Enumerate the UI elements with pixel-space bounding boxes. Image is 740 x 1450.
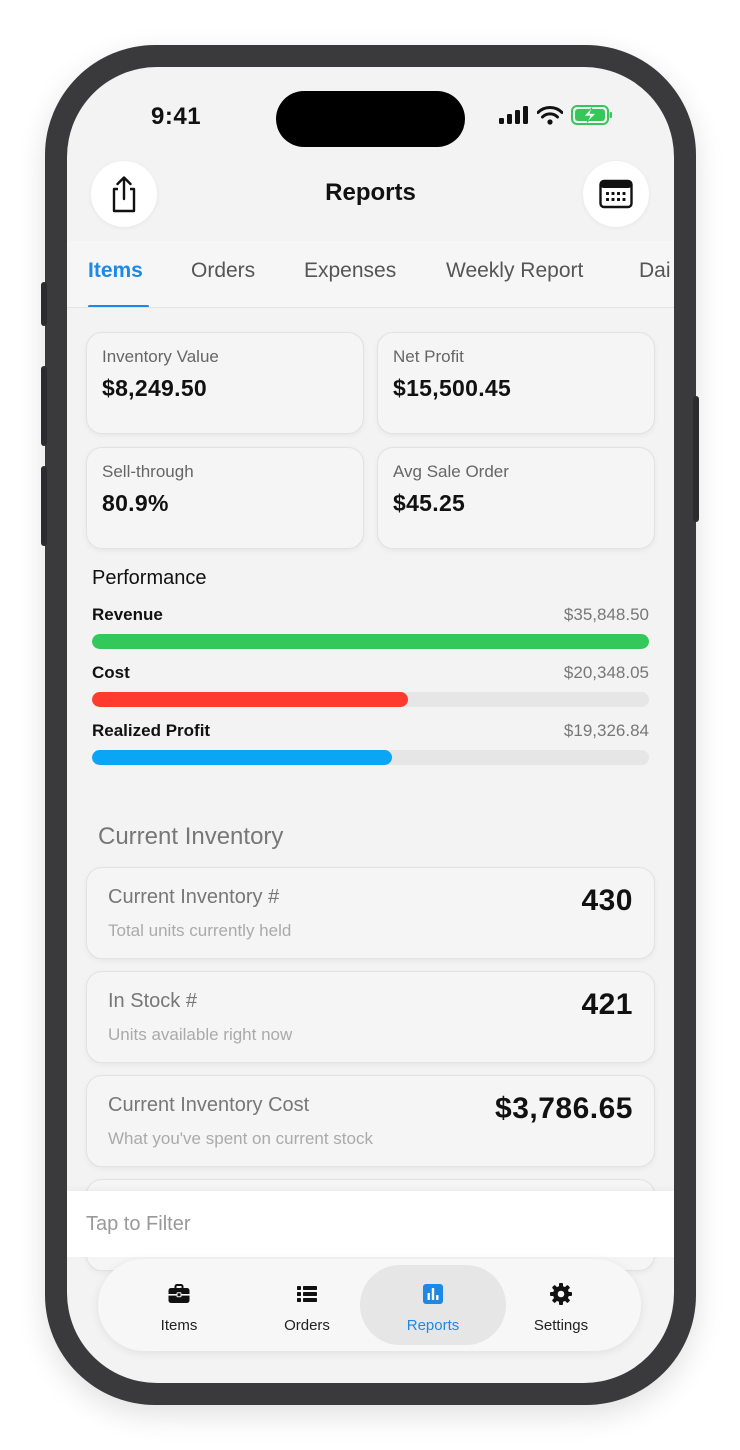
report-tabs: Items Orders Expenses Weekly Report Dai — [67, 241, 674, 308]
perf-label: Realized Profit — [92, 721, 211, 740]
volume-up-button — [41, 366, 47, 446]
progress-fill — [92, 750, 393, 765]
action-button — [41, 282, 47, 326]
stat-value: 80.9% — [102, 490, 169, 516]
gear-icon — [550, 1283, 572, 1305]
perf-label: Revenue — [92, 605, 163, 624]
progress-fill — [92, 692, 408, 707]
tabbar-settings[interactable]: Settings — [488, 1265, 634, 1345]
progress-track — [92, 634, 649, 649]
inv-value: 430 — [581, 884, 633, 917]
perf-amount: $19,326.84 — [563, 721, 649, 740]
stat-value: $15,500.45 — [393, 375, 512, 401]
inv-title: Current Inventory # — [108, 886, 280, 908]
battery-charging-icon — [571, 105, 612, 125]
inventory-card-count[interactable]: Current Inventory # Total units currentl… — [86, 867, 655, 959]
progress-fill — [92, 634, 649, 649]
perf-amount: $20,348.05 — [563, 663, 649, 682]
inventory-card-in-stock[interactable]: In Stock # Units available right now 421 — [86, 971, 655, 1063]
calendar-icon — [599, 179, 633, 209]
filter-bar[interactable]: Tap to Filter — [67, 1191, 674, 1257]
stat-value: $8,249.50 — [102, 375, 208, 401]
inv-title: Current Inventory Cost — [108, 1094, 310, 1116]
progress-track — [92, 692, 649, 707]
perf-label: Cost — [92, 663, 130, 682]
stat-label: Inventory Value — [102, 347, 219, 366]
tab-orders[interactable]: Orders — [191, 259, 255, 283]
active-tab-indicator — [88, 305, 149, 307]
stat-label: Avg Sale Order — [393, 462, 509, 481]
wifi-icon — [537, 105, 563, 125]
bottom-tab-bar: Items Orders Reports Settings — [98, 1259, 641, 1351]
signal-icon — [499, 106, 528, 124]
stat-label: Sell-through — [102, 462, 194, 481]
stat-card-avg-sale-order: Avg Sale Order $45.25 — [377, 447, 655, 549]
tabbar-orders[interactable]: Orders — [234, 1265, 380, 1345]
inv-value: $3,786.65 — [495, 1092, 633, 1125]
tabbar-label: Orders — [284, 1317, 330, 1334]
tab-daily-report[interactable]: Dai — [639, 259, 671, 283]
tabbar-items[interactable]: Items — [106, 1265, 252, 1345]
calendar-button[interactable] — [583, 161, 649, 227]
status-icons — [499, 105, 613, 125]
tab-weekly-report[interactable]: Weekly Report — [446, 259, 583, 283]
inv-subtitle: Total units currently held — [108, 921, 292, 940]
list-icon — [297, 1286, 317, 1302]
tabbar-label: Items — [160, 1317, 198, 1334]
dynamic-island — [276, 91, 465, 147]
tab-items[interactable]: Items — [88, 259, 143, 283]
performance-title: Performance — [92, 567, 207, 589]
tabbar-label: Settings — [533, 1317, 589, 1334]
status-time: 9:41 — [151, 103, 202, 130]
inventory-card-cost[interactable]: Current Inventory Cost What you've spent… — [86, 1075, 655, 1167]
power-button — [693, 396, 699, 522]
progress-track — [92, 750, 649, 765]
tabbar-reports[interactable]: Reports — [360, 1265, 506, 1345]
filter-label: Tap to Filter — [86, 1213, 191, 1235]
volume-down-button — [41, 466, 47, 546]
tab-expenses[interactable]: Expenses — [304, 259, 396, 283]
perf-amount: $35,848.50 — [563, 605, 649, 624]
inv-title: In Stock # — [108, 990, 197, 1012]
stat-label: Net Profit — [393, 347, 464, 366]
briefcase-icon — [168, 1284, 190, 1303]
section-title-current-inventory: Current Inventory — [98, 823, 284, 850]
inv-value: 421 — [581, 988, 633, 1021]
chart-icon — [423, 1284, 443, 1304]
stat-card-inventory-value: Inventory Value $8,249.50 — [86, 332, 364, 434]
inv-subtitle: Units available right now — [108, 1025, 293, 1044]
stat-value: $45.25 — [393, 490, 466, 516]
inv-subtitle: What you've spent on current stock — [108, 1129, 373, 1148]
tabbar-label: Reports — [406, 1317, 460, 1334]
stat-card-sell-through: Sell-through 80.9% — [86, 447, 364, 549]
stat-card-net-profit: Net Profit $15,500.45 — [377, 332, 655, 434]
screen: 9:41 Reports Items Orders Expenses Weekl… — [67, 67, 674, 1383]
